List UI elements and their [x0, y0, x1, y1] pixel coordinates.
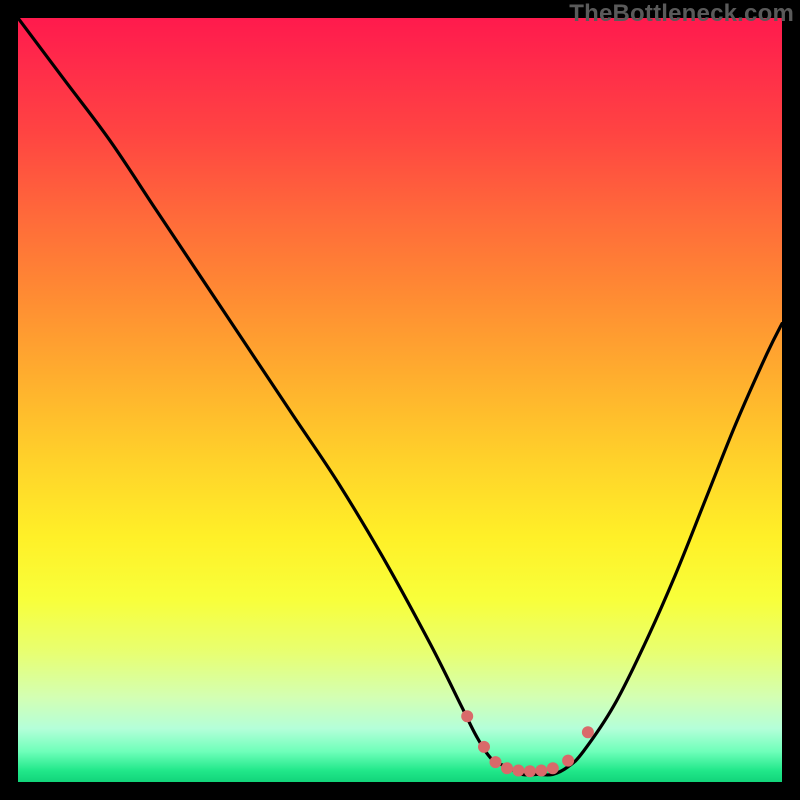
watermark-text: TheBottleneck.com	[569, 0, 794, 28]
curve-marker	[535, 765, 547, 777]
curve-markers	[461, 710, 594, 777]
curve-marker	[582, 726, 594, 738]
curve-marker	[524, 765, 536, 777]
chart-frame	[18, 18, 782, 782]
curve-marker	[562, 755, 574, 767]
curve-marker	[478, 741, 490, 753]
curve-layer	[18, 18, 782, 782]
curve-marker	[461, 710, 473, 722]
curve-marker	[547, 762, 559, 774]
curve-marker	[501, 762, 513, 774]
bottleneck-curve	[18, 18, 782, 775]
plot-area	[18, 18, 782, 782]
curve-marker	[512, 765, 524, 777]
curve-marker	[490, 756, 502, 768]
